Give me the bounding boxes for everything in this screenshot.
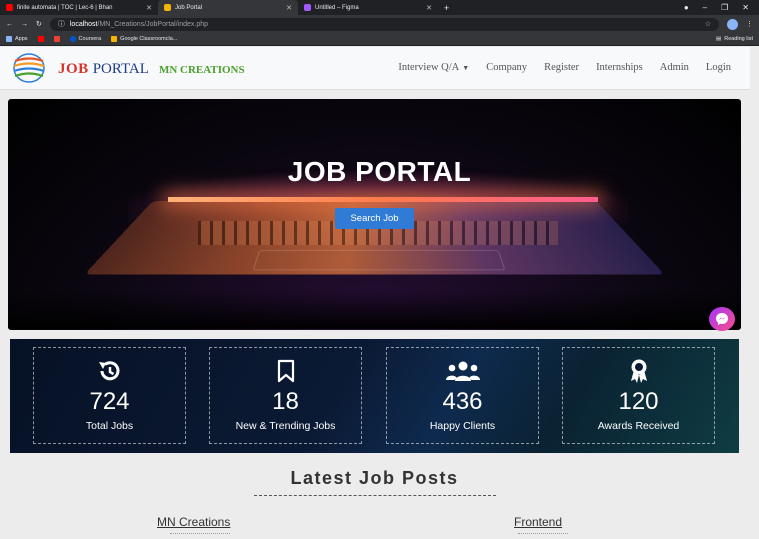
bookmark-label: Google Classroomcla... (120, 36, 178, 42)
laptop-touchpad (252, 250, 506, 271)
apps-grid-icon (6, 36, 12, 42)
site-navbar: JOB PORTAL MN CREATIONS Interview Q/A ▼ C… (0, 47, 750, 90)
stat-value: 120 (618, 388, 659, 415)
reading-list-icon: ▤ (716, 36, 722, 42)
search-job-button[interactable]: Search Job (335, 208, 414, 229)
brand-portal: PORTAL (92, 61, 149, 77)
reload-icon[interactable]: ↻ (36, 20, 42, 28)
close-window-icon[interactable]: ✕ (742, 3, 749, 12)
reading-list-button[interactable]: ▤ Reading list (716, 36, 753, 42)
tab-label: finite automata | TOC | Lec-6 | Bhan (17, 4, 113, 11)
info-icon[interactable]: ⓘ (58, 19, 65, 29)
messenger-chat-button[interactable] (709, 307, 735, 331)
back-arrow-icon[interactable]: ← (6, 21, 13, 28)
close-tab-icon[interactable]: ✕ (426, 4, 432, 12)
close-tab-icon[interactable]: ✕ (286, 4, 292, 12)
figma-favicon-icon (304, 4, 311, 11)
job-post-subtitle-cutoff (518, 533, 568, 539)
tab-label: Job Portal (175, 4, 203, 11)
browser-tab-figma[interactable]: Untitled – Figma ✕ (298, 0, 438, 15)
stat-label: New & Trending Jobs (235, 420, 336, 432)
bookmark-star-icon[interactable]: ☆ (705, 20, 711, 28)
brand-job: JOB (58, 61, 89, 77)
url-input[interactable]: ⓘ localhost/MN_Creations/JobPortal/index… (49, 17, 719, 31)
brand-mn-creations: MN CREATIONS (158, 64, 245, 76)
site-brand[interactable]: JOB PORTAL MN CREATIONS (58, 61, 245, 78)
coursera-icon (69, 36, 76, 42)
browser-address-bar: ← → ↻ ⓘ localhost/MN_Creations/JobPortal… (0, 15, 759, 33)
menu-kebab-icon[interactable]: ⋮ (746, 20, 753, 28)
youtube-favicon-icon (6, 4, 13, 11)
messenger-icon (716, 313, 728, 325)
nav-admin[interactable]: Admin (660, 62, 689, 73)
bookmark-google-classroom[interactable]: Google Classroomcla... (111, 36, 177, 42)
job-post-subtitle-cutoff (170, 533, 230, 539)
profile-avatar[interactable] (727, 18, 738, 30)
url-path: /MN_Creations/JobPortal/index.php (97, 20, 209, 28)
reading-list-label: Reading list (724, 36, 753, 42)
stat-label: Total Jobs (85, 420, 134, 432)
browser-tab-finite-automata[interactable]: finite automata | TOC | Lec-6 | Bhan ✕ (0, 0, 158, 15)
new-tab-button[interactable]: + (438, 3, 455, 13)
gmail-icon (53, 36, 60, 42)
job-portal-favicon-icon (164, 4, 171, 11)
job-post-company-link[interactable]: MN Creations (157, 515, 230, 529)
laptop-screen-edge (168, 197, 598, 202)
stats-section: 724 Total Jobs 18 New & Trending Jobs 43… (10, 339, 739, 453)
google-classroom-icon (111, 36, 118, 42)
stat-awards-received: 120 Awards Received (562, 347, 715, 444)
bookmark-icon (277, 359, 294, 383)
history-icon (98, 361, 119, 381)
browser-tab-bar: finite automata | TOC | Lec-6 | Bhan ✕ J… (0, 0, 759, 15)
job-post-title-link[interactable]: Frontend (514, 515, 562, 529)
bookmark-coursera[interactable]: Coursera (69, 36, 102, 42)
hero-title: JOB PORTAL (287, 156, 472, 187)
latest-job-posts-heading: Latest Job Posts (290, 468, 459, 488)
stat-value: 18 (272, 388, 299, 415)
bookmark-apps[interactable]: Apps (6, 36, 28, 42)
hero-shadow (8, 289, 741, 329)
bookmarks-bar: Apps Coursera Google Classroomcla... ▤ R… (0, 33, 759, 46)
award-icon (630, 359, 647, 383)
nav-register[interactable]: Register (544, 62, 579, 73)
stat-happy-clients: 436 Happy Clients (386, 347, 539, 444)
forward-arrow-icon[interactable]: → (21, 21, 28, 28)
bookmark-youtube[interactable] (37, 36, 44, 42)
bookmark-gmail[interactable] (53, 36, 60, 42)
users-icon (445, 361, 480, 381)
stat-value: 724 (89, 388, 130, 415)
minimize-icon[interactable]: – (703, 3, 707, 12)
stat-total-jobs: 724 Total Jobs (33, 347, 186, 444)
nav-login[interactable]: Login (706, 62, 731, 73)
youtube-icon (37, 36, 44, 42)
stat-label: Happy Clients (429, 420, 496, 432)
close-tab-icon[interactable]: ✕ (146, 4, 152, 12)
stat-value: 436 (442, 388, 483, 415)
restore-icon[interactable]: ❐ (721, 3, 728, 12)
stat-new-trending-jobs: 18 New & Trending Jobs (209, 347, 362, 444)
tab-label: Untitled – Figma (315, 4, 359, 11)
nav-internships[interactable]: Internships (596, 62, 643, 73)
stat-label: Awards Received (597, 420, 680, 432)
globe-logo-icon (13, 53, 45, 83)
bookmark-label: Apps (15, 36, 28, 42)
heading-divider (254, 495, 496, 496)
nav-company[interactable]: Company (486, 62, 527, 73)
nav-interview-qa[interactable]: Interview Q/A ▼ (398, 62, 469, 73)
caret-down-icon: ▼ (462, 64, 470, 72)
browser-tab-job-portal[interactable]: Job Portal ✕ (158, 0, 298, 15)
window-controls: ● – ❐ ✕ (684, 3, 759, 12)
site-nav-links: Interview Q/A ▼ Company Register Internsh… (398, 62, 731, 73)
profile-dot-icon[interactable]: ● (684, 3, 689, 12)
url-host: localhost (69, 20, 98, 28)
bookmark-label: Coursera (78, 36, 102, 42)
